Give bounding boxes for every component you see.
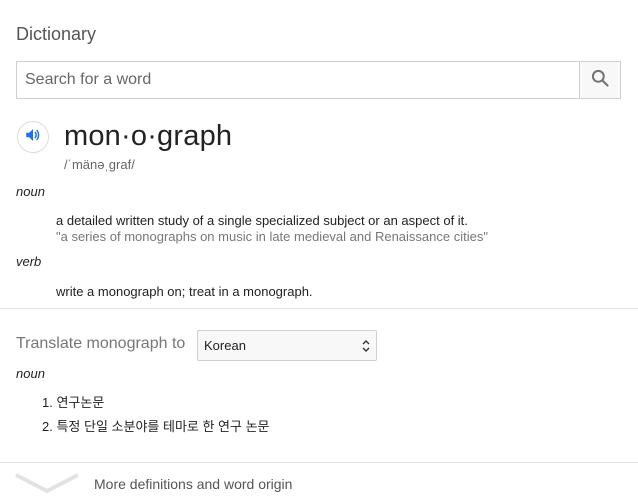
search-button[interactable] [579, 62, 620, 98]
headword: mon·o·graph [64, 120, 233, 152]
more-definitions-button[interactable]: More definitions and word origin [0, 463, 638, 503]
section-divider [0, 308, 638, 309]
pronunciation-audio-button[interactable] [17, 121, 49, 153]
translation-text: 연구논문 [56, 395, 105, 410]
chevron-down-icon [14, 471, 80, 500]
translation-number: 2. [42, 419, 53, 434]
translation-item: 1. 연구논문 [42, 392, 104, 411]
translation-item: 2. 특정 단일 소분야를 테마로 한 연구 논문 [42, 416, 270, 435]
search-icon [590, 68, 610, 93]
translate-label: Translate monograph to [16, 335, 186, 352]
search-box [16, 61, 621, 99]
part-of-speech-noun: noun [16, 184, 45, 199]
definition-noun: a detailed written study of a single spe… [56, 213, 468, 228]
language-select[interactable]: Korean [197, 330, 377, 361]
translation-text: 특정 단일 소분야를 테마로 한 연구 논문 [56, 419, 270, 434]
translation-part-of-speech: noun [16, 366, 45, 381]
dictionary-title: Dictionary [16, 24, 97, 44]
select-arrows-icon [362, 339, 370, 356]
speaker-icon [24, 126, 42, 149]
definition-verb: write a monograph on; treat in a monogra… [56, 284, 313, 299]
example-noun: "a series of monographs on music in late… [56, 229, 488, 244]
part-of-speech-verb: verb [16, 254, 42, 269]
translation-number: 1. [42, 395, 53, 410]
dictionary-card: Dictionary mon·o·graph /ˈmänəˌɡraf/ noun… [0, 0, 638, 503]
search-input[interactable] [17, 62, 581, 98]
language-select-value: Korean [204, 338, 246, 353]
more-definitions-label: More definitions and word origin [94, 476, 293, 492]
pronunciation: /ˈmänəˌɡraf/ [64, 157, 135, 172]
